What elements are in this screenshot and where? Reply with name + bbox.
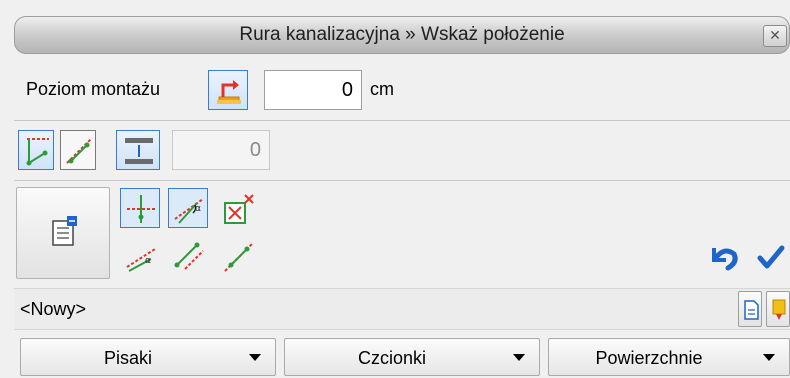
- snap-center-button[interactable]: [218, 188, 258, 228]
- snap-distance-button[interactable]: [168, 236, 208, 276]
- snap-intersection-button[interactable]: [120, 188, 160, 228]
- properties-button[interactable]: [16, 187, 110, 279]
- snap-line-button[interactable]: [218, 236, 258, 276]
- undo-button[interactable]: [706, 238, 742, 278]
- distance-snap-icon: [174, 242, 204, 270]
- pens-label: Pisaki: [103, 348, 152, 368]
- fonts-dropdown[interactable]: Czcionki: [284, 338, 540, 376]
- separator: [14, 180, 790, 181]
- separator: [14, 120, 790, 121]
- undo-icon: [712, 248, 738, 271]
- angle-snap-icon: α: [174, 198, 204, 224]
- pens-dropdown[interactable]: Pisaki: [20, 338, 276, 376]
- save-element-button[interactable]: [766, 291, 790, 327]
- mounting-level-label: Poziom montażu: [26, 79, 161, 99]
- new-element-button[interactable]: [738, 291, 762, 327]
- free-line-icon: [66, 138, 92, 164]
- checkmark-icon: [757, 245, 785, 269]
- offset-input[interactable]: 0: [172, 130, 270, 170]
- svg-text:α: α: [145, 256, 151, 266]
- bookmark-icon: [772, 299, 786, 320]
- center-snap-icon: [224, 194, 254, 224]
- title-bar[interactable]: Rura kanalizacyjna » Wskaż położenie ✕: [14, 16, 790, 54]
- confirm-button[interactable]: [752, 238, 788, 278]
- snap-angle-button[interactable]: α: [168, 188, 208, 228]
- pick-level-icon: [217, 80, 241, 104]
- close-icon[interactable]: ✕: [763, 25, 787, 47]
- line-snap-icon: [224, 242, 254, 272]
- intersection-snap-icon: [127, 195, 155, 223]
- surfaces-label: Powierzchnie: [595, 348, 703, 368]
- svg-text:α: α: [195, 204, 201, 214]
- parallel-lines-icon: [125, 138, 153, 164]
- chevron-down-icon: [763, 354, 775, 361]
- angle-alt-icon: α: [126, 248, 156, 272]
- chevron-down-icon: [249, 354, 261, 361]
- snap-perpendicular-button[interactable]: [18, 130, 54, 170]
- parallel-offset-button[interactable]: [116, 130, 160, 170]
- properties-icon: [52, 216, 77, 246]
- snap-angle-alt-button[interactable]: α: [120, 236, 160, 276]
- mounting-level-input[interactable]: 0: [264, 70, 362, 110]
- fonts-label: Czcionki: [357, 348, 427, 368]
- perpendicular-snap-icon: [26, 138, 49, 166]
- mounting-level-unit: cm: [370, 79, 394, 99]
- element-current-value: <Nowy>: [20, 299, 87, 319]
- document-icon: [744, 300, 759, 320]
- surfaces-dropdown[interactable]: Powierzchnie: [548, 338, 790, 376]
- element-selector[interactable]: <Nowy>: [14, 288, 790, 330]
- snap-free-button[interactable]: [60, 130, 96, 170]
- dialog-title: Rura kanalizacyjna » Wskaż położenie: [239, 24, 565, 45]
- mounting-level-pick-button[interactable]: [208, 70, 248, 110]
- chevron-down-icon: [513, 354, 525, 361]
- dialog-panel: Rura kanalizacyjna » Wskaż położenie ✕ P…: [0, 0, 790, 378]
